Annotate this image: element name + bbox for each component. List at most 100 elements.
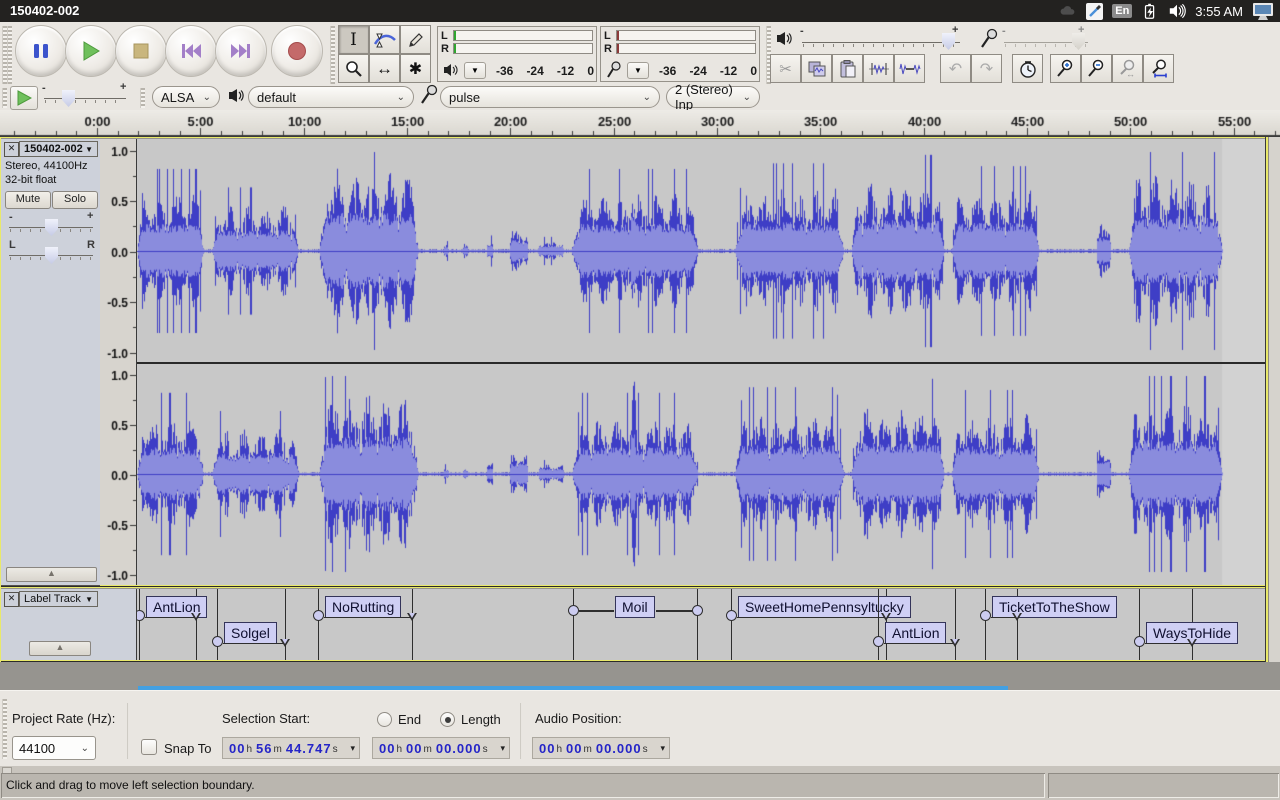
label-boundary-line[interactable] <box>878 589 879 660</box>
time-field-dropdown[interactable]: ▾ <box>656 743 669 754</box>
waveform-left-channel[interactable] <box>137 139 1265 362</box>
battery-icon[interactable] <box>1141 2 1159 20</box>
audio-host-select[interactable]: ALSA⌄ <box>152 86 220 108</box>
transcription-grip[interactable] <box>2 88 7 108</box>
project-rate-select[interactable]: 44100⌄ <box>12 736 96 760</box>
vertical-scale-ruler[interactable] <box>100 139 136 585</box>
pan-slider-thumb[interactable] <box>45 247 58 264</box>
play-speed-thumb[interactable] <box>62 90 75 107</box>
selection-start-field[interactable]: 00h56m44.747s▾ <box>222 737 360 759</box>
envelope-tool[interactable] <box>369 25 400 54</box>
fit-selection-button[interactable]: ↔ <box>1112 54 1143 83</box>
skip-to-start-button[interactable] <box>165 25 217 77</box>
label-track-name-menu[interactable]: Label Track▼ <box>19 591 98 607</box>
label-boundary-line[interactable] <box>1139 589 1140 660</box>
recording-meter[interactable]: L R ▼ -36-24-120 <box>600 26 760 82</box>
stop-button[interactable] <box>115 25 167 77</box>
time-field-dropdown[interactable]: ▾ <box>346 743 359 754</box>
zoom-in-button[interactable] <box>1050 54 1081 83</box>
label-boundary-line[interactable] <box>412 589 413 660</box>
zoom-tool[interactable] <box>338 54 369 83</box>
multi-tool[interactable]: ✱ <box>400 54 431 83</box>
playback-meter[interactable]: L R ▼ -36-24-120 <box>437 26 597 82</box>
label-handle[interactable] <box>692 605 703 616</box>
length-radio[interactable] <box>440 712 455 727</box>
copy-button[interactable] <box>801 54 832 83</box>
label-boundary-line[interactable] <box>573 589 574 660</box>
label-handle[interactable] <box>726 610 737 621</box>
label-boundary-line[interactable] <box>955 589 956 660</box>
gain-slider-thumb[interactable] <box>45 219 58 236</box>
label-boundary-line[interactable] <box>285 589 286 660</box>
time-shift-tool[interactable]: ↔ <box>369 54 400 83</box>
label-box[interactable]: AntLion <box>885 622 946 644</box>
label-boundary-line[interactable] <box>217 589 218 660</box>
selection-tool[interactable]: I <box>338 25 369 54</box>
undo-button[interactable]: ↶ <box>940 54 971 83</box>
label-box[interactable]: Moil <box>615 596 655 618</box>
label-end-chevron[interactable] <box>280 639 290 647</box>
output-device-select[interactable]: default⌄ <box>248 86 414 108</box>
redo-button[interactable]: ↷ <box>971 54 1002 83</box>
label-end-chevron[interactable] <box>407 613 417 621</box>
collapse-label-track-button[interactable]: ▲ <box>29 641 91 656</box>
output-volume-thumb[interactable] <box>942 33 955 50</box>
clock[interactable]: 3:55 AM <box>1195 4 1243 19</box>
trim-button[interactable] <box>863 54 894 83</box>
device-toolbar-grip[interactable] <box>140 88 145 108</box>
cut-button[interactable]: ✂ <box>770 54 801 83</box>
volume-icon[interactable] <box>1168 2 1186 20</box>
label-handle[interactable] <box>212 636 223 647</box>
paste-button[interactable] <box>832 54 863 83</box>
snap-to-checkbox[interactable] <box>141 739 157 755</box>
label-handle[interactable] <box>980 610 991 621</box>
label-handle[interactable] <box>568 605 579 616</box>
label-handle[interactable] <box>313 610 324 621</box>
timeline-ruler[interactable] <box>0 110 1280 137</box>
language-indicator[interactable]: En <box>1112 4 1132 18</box>
mute-button[interactable]: Mute <box>5 191 51 209</box>
input-device-select[interactable]: pulse⌄ <box>440 86 660 108</box>
waveform-right-channel[interactable] <box>137 364 1265 585</box>
label-box[interactable]: TicketToTheShow <box>992 596 1117 618</box>
collapse-track-button[interactable]: ▲ <box>6 567 97 582</box>
label-end-chevron[interactable] <box>950 639 960 647</box>
vertical-scrollbar[interactable] <box>1268 137 1280 662</box>
selection-length-field[interactable]: 00h00m00.000s▾ <box>372 737 510 759</box>
label-end-chevron[interactable] <box>1187 639 1197 647</box>
label-end-chevron[interactable] <box>881 613 891 621</box>
record-button[interactable] <box>271 25 323 77</box>
track-name-menu[interactable]: 150402-002▼ <box>19 141 98 157</box>
label-box[interactable]: NoRutting <box>325 596 401 618</box>
label-boundary-line[interactable] <box>318 589 319 660</box>
label-boundary-line[interactable] <box>731 589 732 660</box>
skip-to-end-button[interactable] <box>215 25 267 77</box>
tools-toolbar-grip[interactable] <box>330 26 335 84</box>
end-radio[interactable] <box>377 712 392 727</box>
draw-tool[interactable] <box>400 25 431 54</box>
fit-project-button[interactable] <box>1143 54 1174 83</box>
selection-toolbar-grip[interactable] <box>2 699 7 759</box>
recording-meter-dropdown[interactable]: ▼ <box>627 62 649 79</box>
sync-lock-button[interactable] <box>1012 54 1043 83</box>
label-track-area[interactable]: AntLionSolgelNoRuttingMoilSweetHomePenns… <box>137 589 1265 660</box>
display-icon[interactable] <box>1252 2 1274 21</box>
label-boundary-line[interactable] <box>697 589 698 660</box>
audio-position-field[interactable]: 00h00m00.000s▾ <box>532 737 670 759</box>
pause-button[interactable] <box>15 25 67 77</box>
play-speed-slider[interactable] <box>44 98 126 99</box>
label-end-chevron[interactable] <box>191 613 201 621</box>
label-boundary-line[interactable] <box>985 589 986 660</box>
close-label-track-button[interactable]: ✕ <box>4 592 19 607</box>
label-handle[interactable] <box>1134 636 1145 647</box>
time-field-dropdown[interactable]: ▾ <box>496 743 509 754</box>
label-handle[interactable] <box>873 636 884 647</box>
output-volume-slider[interactable] <box>802 42 960 43</box>
close-track-button[interactable]: ✕ <box>4 142 19 157</box>
zoom-out-button[interactable] <box>1081 54 1112 83</box>
label-handle[interactable] <box>137 610 145 621</box>
solo-button[interactable]: Solo <box>52 191 98 209</box>
label-box[interactable]: Solgel <box>224 622 277 644</box>
playback-meter-dropdown[interactable]: ▼ <box>464 62 486 79</box>
play-button[interactable] <box>65 25 117 77</box>
